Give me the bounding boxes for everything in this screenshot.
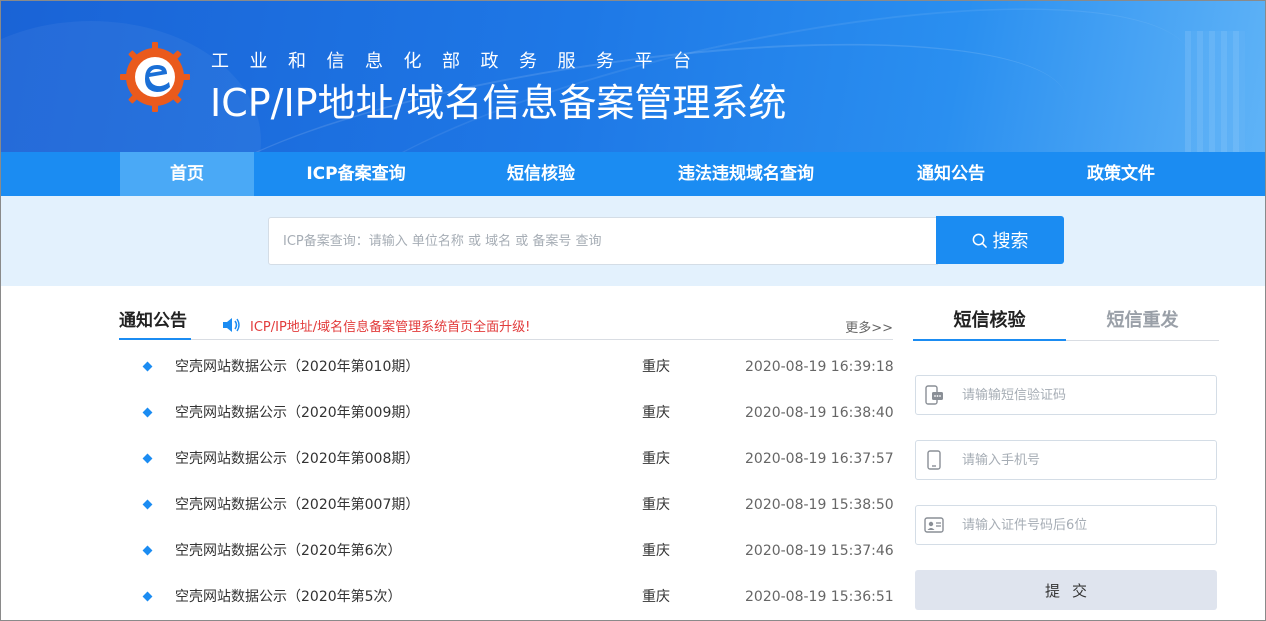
notices-tab[interactable]: 通知公告 [119, 307, 191, 340]
nav-item-sms-verify[interactable]: 短信核验 [471, 152, 611, 196]
notices-header: 通知公告 ICP/IP地址/域名信息备案管理系统首页全面升级! 更多>> [119, 307, 893, 340]
notice-region: 重庆 [642, 589, 670, 605]
notice-date: 2020-08-19 15:36:51 [745, 589, 894, 605]
tab-sms-resend[interactable]: 短信重发 [1066, 307, 1219, 341]
id-number-input[interactable] [962, 506, 1212, 544]
bullet-icon [142, 453, 153, 464]
bullet-icon [142, 407, 153, 418]
bullet-icon [142, 545, 153, 556]
bullet-icon [142, 361, 153, 372]
search-input[interactable] [268, 217, 938, 265]
notice-region: 重庆 [642, 405, 670, 421]
id-field [915, 505, 1217, 545]
logo-icon[interactable] [119, 41, 191, 113]
list-item[interactable]: 空壳网站数据公示（2020年第009期） 重庆 2020-08-19 16:38… [119, 390, 894, 436]
phone-field [915, 440, 1217, 480]
speaker-icon [223, 318, 240, 332]
notice-title[interactable]: 空壳网站数据公示（2020年第009期） [175, 390, 419, 436]
search-button[interactable]: 搜索 [936, 216, 1064, 264]
search-icon [972, 233, 987, 248]
submit-button[interactable]: 提交 [915, 570, 1217, 610]
notice-region: 重庆 [642, 359, 670, 375]
notice-title[interactable]: 空壳网站数据公示（2020年第6次） [175, 528, 402, 574]
mobile-phone-icon [927, 450, 941, 470]
bullet-icon [142, 499, 153, 510]
nav-item-home[interactable]: 首页 [120, 152, 254, 196]
notice-region: 重庆 [642, 543, 670, 559]
notice-list: 空壳网站数据公示（2020年第010期） 重庆 2020-08-19 16:39… [119, 344, 894, 620]
list-item[interactable]: 空壳网站数据公示（2020年第6次） 重庆 2020-08-19 15:37:4… [119, 528, 894, 574]
search-button-label: 搜索 [992, 231, 1029, 252]
sms-code-field [915, 375, 1217, 415]
main-nav: 首页 ICP备案查询 短信核验 违法违规域名查询 通知公告 政策文件 [1, 152, 1265, 196]
list-item[interactable]: 空壳网站数据公示（2020年第010期） 重庆 2020-08-19 16:39… [119, 344, 894, 390]
notice-region: 重庆 [642, 451, 670, 467]
nav-item-icp-query[interactable]: ICP备案查询 [281, 152, 431, 196]
banner-city-graphic [1185, 31, 1245, 152]
notice-title[interactable]: 空壳网站数据公示（2020年第008期） [175, 436, 419, 482]
notice-title[interactable]: 空壳网站数据公示（2020年第5次） [175, 574, 402, 620]
nav-item-illegal-domain[interactable]: 违法违规域名查询 [656, 152, 836, 196]
notice-title[interactable]: 空壳网站数据公示（2020年第007期） [175, 482, 419, 528]
list-item[interactable]: 空壳网站数据公示（2020年第008期） 重庆 2020-08-19 16:37… [119, 436, 894, 482]
phone-input[interactable] [962, 441, 1212, 479]
notice-date: 2020-08-19 16:39:18 [745, 359, 894, 375]
site-subtitle: 工业和信息化部政务服务平台 [211, 51, 712, 72]
sms-code-input[interactable] [962, 376, 1212, 414]
notice-date: 2020-08-19 15:37:46 [745, 543, 894, 559]
notice-region: 重庆 [642, 497, 670, 513]
id-card-icon [924, 517, 944, 533]
tab-sms-verify[interactable]: 短信核验 [913, 307, 1066, 341]
notice-date: 2020-08-19 16:37:57 [745, 451, 894, 467]
announcement-marquee[interactable]: ICP/IP地址/域名信息备案管理系统首页全面升级! [250, 316, 530, 335]
more-link[interactable]: 更多>> [845, 317, 893, 336]
nav-item-policy[interactable]: 政策文件 [1051, 152, 1191, 196]
site-title: ICP/IP地址/域名信息备案管理系统 [210, 81, 787, 125]
sms-tabs: 短信核验 短信重发 [913, 307, 1219, 341]
sms-phone-icon [925, 385, 943, 405]
notice-date: 2020-08-19 16:38:40 [745, 405, 894, 421]
notice-title[interactable]: 空壳网站数据公示（2020年第010期） [175, 344, 419, 390]
list-item[interactable]: 空壳网站数据公示（2020年第007期） 重庆 2020-08-19 15:38… [119, 482, 894, 528]
list-item[interactable]: 空壳网站数据公示（2020年第5次） 重庆 2020-08-19 15:36:5… [119, 574, 894, 620]
nav-item-notices[interactable]: 通知公告 [881, 152, 1021, 196]
notice-date: 2020-08-19 15:38:50 [745, 497, 894, 513]
bullet-icon [142, 591, 153, 602]
